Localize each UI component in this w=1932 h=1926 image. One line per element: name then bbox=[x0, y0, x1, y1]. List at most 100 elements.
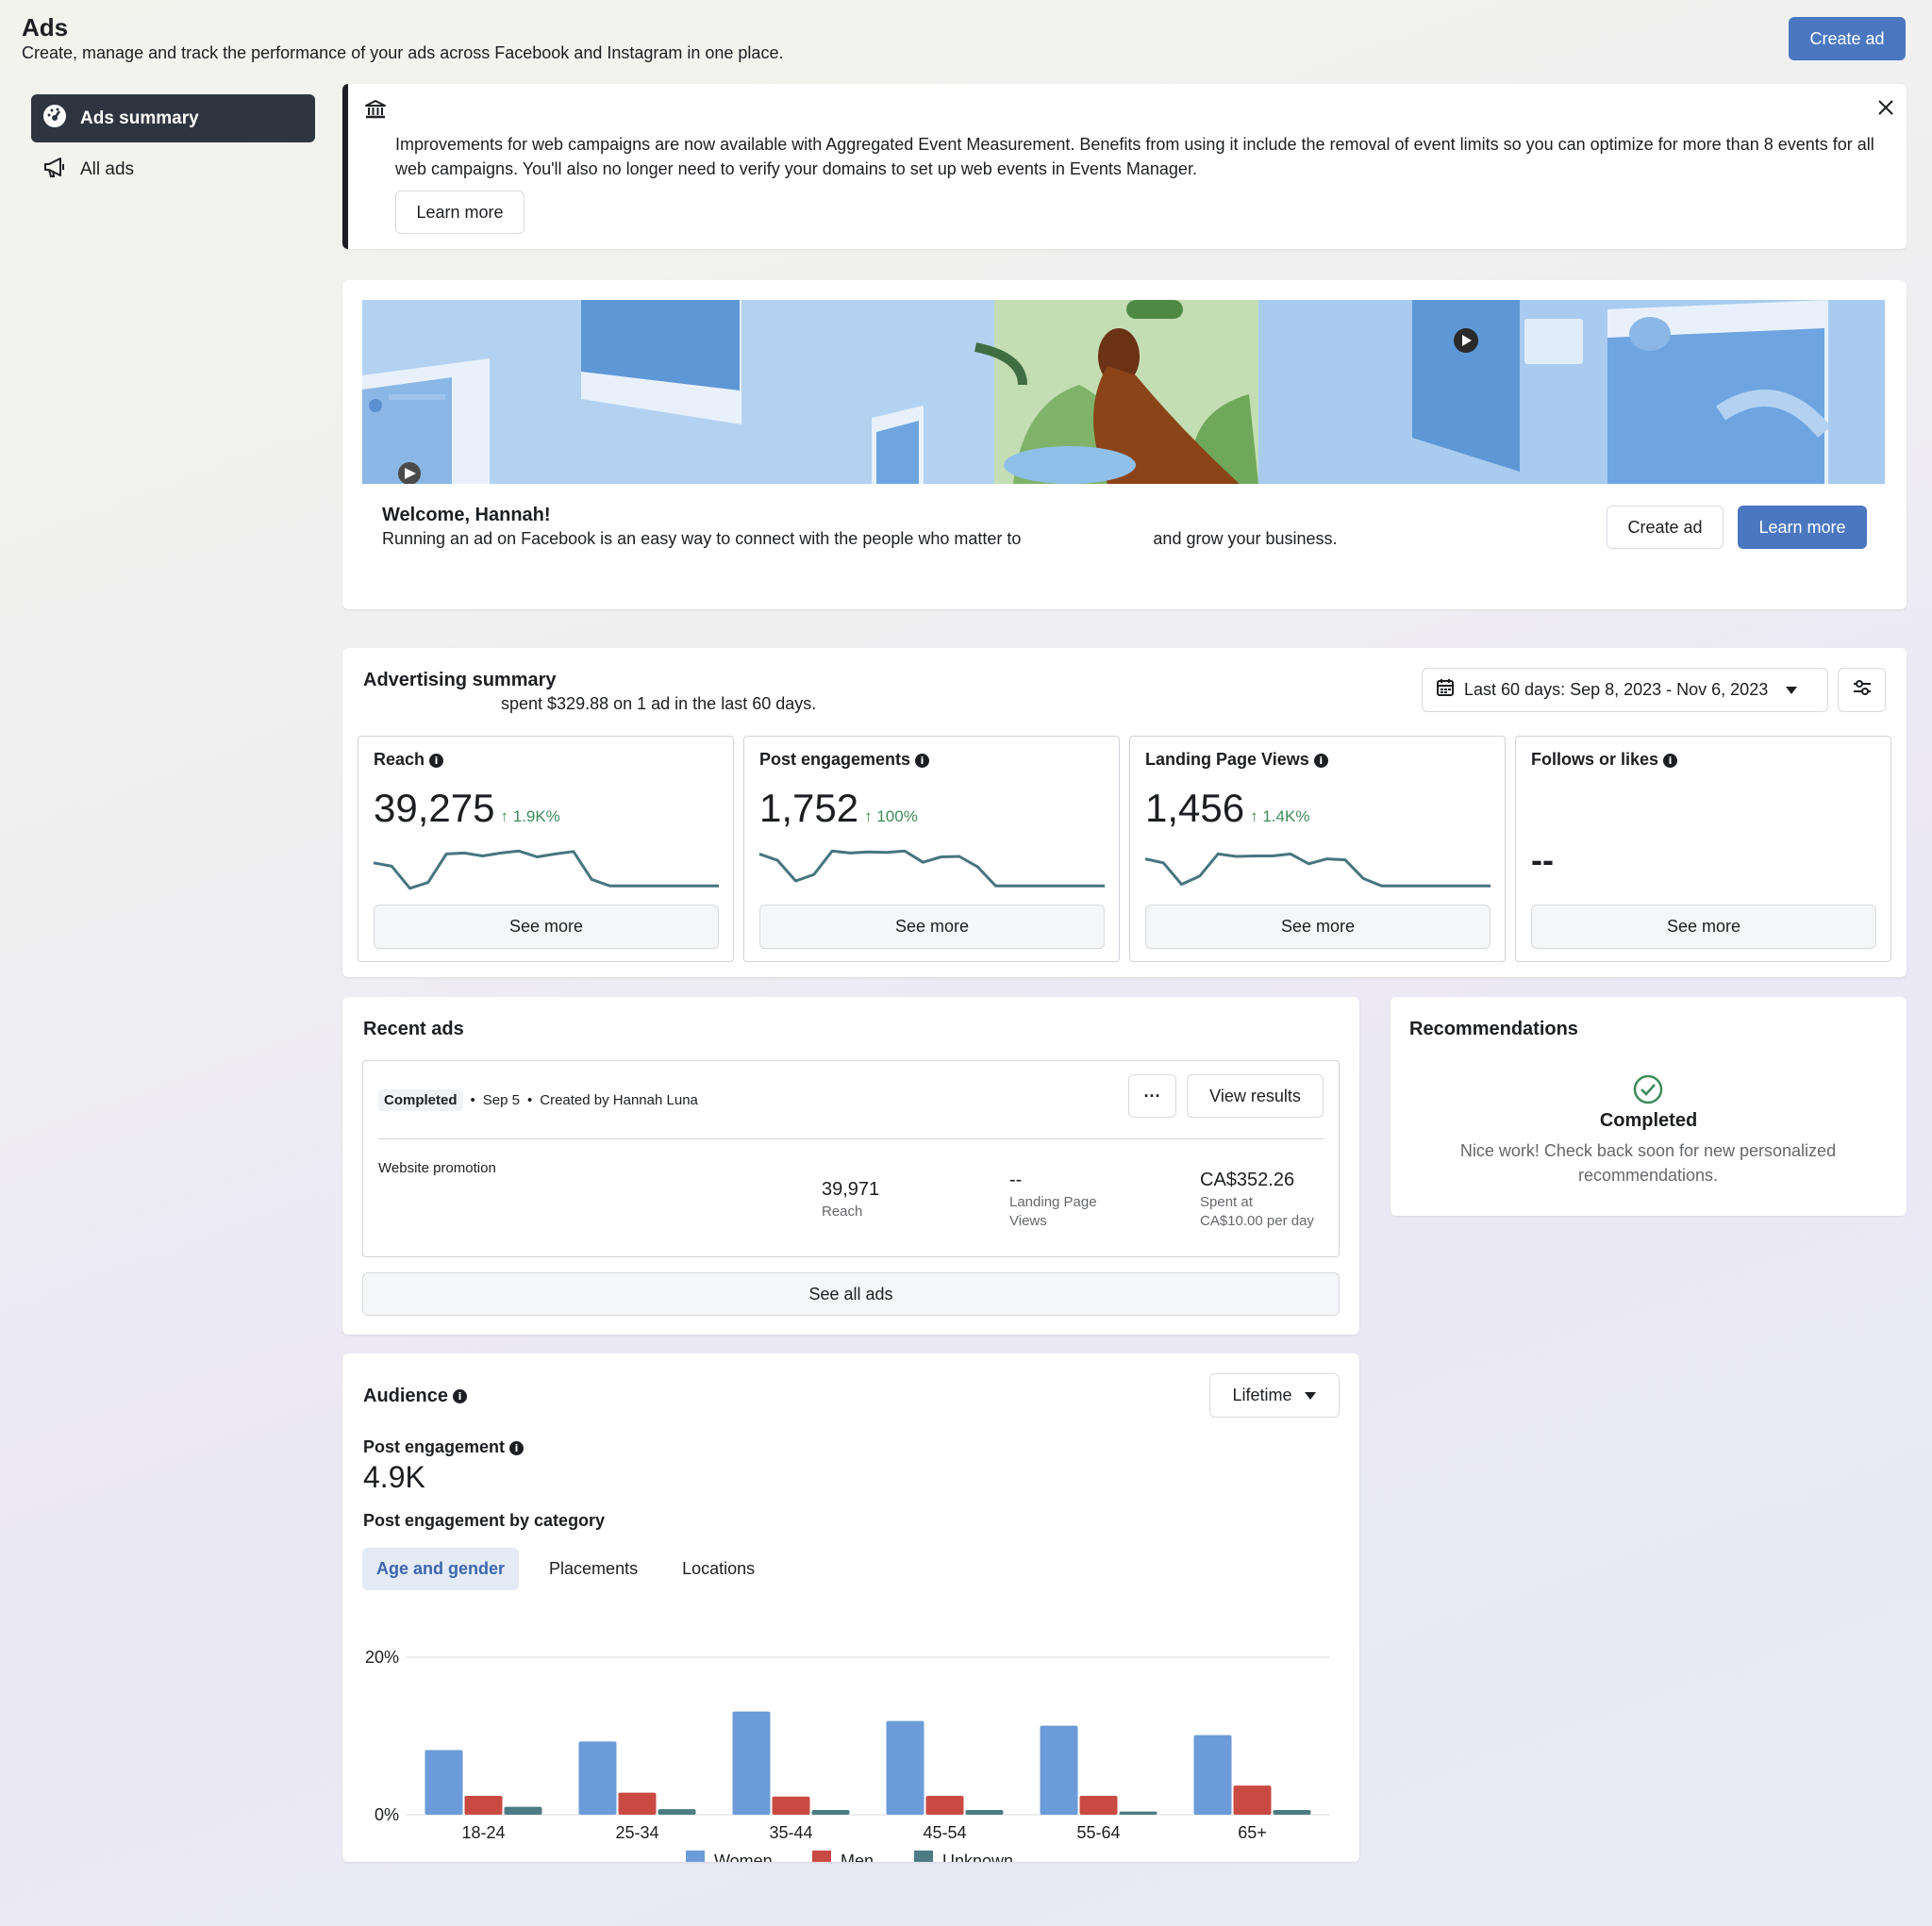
ad-lpv-label-line1: Landing Page bbox=[1009, 1194, 1097, 1210]
bar-unknown bbox=[1119, 1811, 1158, 1815]
info-icon[interactable]: i bbox=[429, 753, 444, 768]
legend-label-unknown: Unknown bbox=[942, 1851, 1013, 1862]
view-results-button[interactable]: View results bbox=[1187, 1074, 1324, 1118]
summary-subtitle: spent $329.88 on 1 ad in the last 60 day… bbox=[501, 694, 817, 713]
info-icon[interactable]: i bbox=[453, 1389, 468, 1404]
status-badge: Completed bbox=[378, 1089, 463, 1111]
sidebar-item-all-ads[interactable]: All ads bbox=[31, 145, 315, 193]
welcome-illustration bbox=[362, 300, 1885, 484]
x-tick-label: 45-54 bbox=[923, 1823, 966, 1842]
more-options-button[interactable]: ··· bbox=[1128, 1074, 1176, 1118]
info-icon[interactable]: i bbox=[915, 753, 930, 768]
sidebar-item-ads-summary[interactable]: Ads summary bbox=[31, 94, 315, 142]
lifetime-label: Lifetime bbox=[1232, 1386, 1292, 1404]
date-range-label: Last 60 days: Sep 8, 2023 - Nov 6, 2023 bbox=[1464, 680, 1769, 699]
metric-card-reach: Reach i 39,275 ↑ 1.9K% See more bbox=[358, 736, 734, 962]
metric-value: 1,752 bbox=[759, 786, 859, 830]
date-range-selector[interactable]: Last 60 days: Sep 8, 2023 - Nov 6, 2023 bbox=[1422, 668, 1828, 712]
page-title: Ads bbox=[22, 13, 69, 42]
arrow-up-icon: ↑ bbox=[500, 807, 508, 825]
info-icon[interactable]: i bbox=[1313, 753, 1328, 768]
welcome-text-end: and grow your business. bbox=[1153, 529, 1338, 548]
metric-value: 1,456 bbox=[1145, 786, 1245, 830]
tab-age-and-gender[interactable]: Age and gender bbox=[362, 1548, 520, 1590]
metric-title-text: Reach bbox=[374, 750, 425, 769]
divider bbox=[378, 1138, 1324, 1139]
welcome-card: Welcome, Hannah! Running an ad on Facebo… bbox=[342, 280, 1907, 609]
metric-title: Reach i bbox=[374, 750, 444, 770]
lifetime-dropdown[interactable]: Lifetime bbox=[1209, 1373, 1340, 1418]
x-tick-label: 65+ bbox=[1238, 1823, 1267, 1842]
page-subtitle: Create, manage and track the performance… bbox=[22, 43, 784, 62]
post-engagement-label: Post engagement bbox=[363, 1437, 506, 1456]
metric-card-follows-or-likes: Follows or likes i -- See more bbox=[1515, 736, 1891, 962]
sliders-icon bbox=[1852, 678, 1873, 702]
age-gender-chart: 20% 0% 18-24 25-34 35-44 45-54 55-64 65+ Women Me… bbox=[365, 1648, 1329, 1862]
bar-men bbox=[1233, 1785, 1272, 1815]
see-all-ads-button[interactable]: See all ads bbox=[362, 1272, 1340, 1316]
ad-spent-value: CA$352.26 bbox=[1200, 1170, 1295, 1190]
check-circle-icon bbox=[1633, 1074, 1663, 1109]
x-tick-label: 35-44 bbox=[769, 1823, 812, 1842]
megaphone-icon bbox=[42, 155, 67, 185]
y-tick-label: 0% bbox=[375, 1805, 399, 1824]
info-icon[interactable]: i bbox=[1663, 753, 1678, 768]
y-tick-label: 20% bbox=[365, 1648, 399, 1667]
welcome-title: Welcome, Hannah! bbox=[382, 505, 551, 525]
ad-spent-label-line1: Spent at bbox=[1200, 1194, 1253, 1210]
recent-ads-title: Recent ads bbox=[363, 1019, 464, 1039]
filter-settings-button[interactable] bbox=[1838, 668, 1886, 712]
bar-unknown bbox=[811, 1809, 850, 1815]
metric-value-wrap: 39,275 ↑ 1.9K% bbox=[374, 786, 560, 831]
welcome-text: Running an ad on Facebook is an easy way… bbox=[382, 529, 1338, 549]
recent-ads-card: Recent ads Completed • Sep 5 • Created b… bbox=[342, 997, 1359, 1335]
tab-placements[interactable]: Placements bbox=[535, 1548, 652, 1590]
info-icon[interactable]: i bbox=[509, 1440, 525, 1455]
ad-created-by: Created by Hannah Luna bbox=[540, 1092, 698, 1108]
bar-men bbox=[1079, 1795, 1118, 1815]
see-more-button[interactable]: See more bbox=[1145, 905, 1491, 949]
bar-men bbox=[925, 1795, 964, 1815]
metric-value-wrap: 1,752 ↑ 100% bbox=[759, 786, 918, 831]
tab-locations[interactable]: Locations bbox=[668, 1548, 769, 1590]
post-engagement-label-wrap: Post engagement i bbox=[363, 1437, 525, 1457]
notice-learn-more-button[interactable]: Learn more bbox=[395, 191, 525, 234]
see-more-button[interactable]: See more bbox=[1531, 905, 1876, 949]
sidebar-item-label: All ads bbox=[80, 158, 135, 179]
see-more-button[interactable]: See more bbox=[759, 905, 1105, 949]
arrow-up-icon: ↑ bbox=[1250, 807, 1258, 825]
ad-spent-label-line2: CA$10.00 per day bbox=[1200, 1213, 1314, 1229]
bar-unknown bbox=[965, 1809, 1004, 1815]
metric-delta: ↑ 1.9K% bbox=[500, 807, 559, 825]
x-tick-label: 18-24 bbox=[461, 1823, 505, 1842]
audience-card: Audience i Lifetime Post engagement i 4.9K… bbox=[342, 1353, 1359, 1862]
bar-women bbox=[732, 1711, 771, 1815]
close-icon[interactable] bbox=[1875, 97, 1896, 123]
welcome-create-ad-button[interactable]: Create ad bbox=[1607, 506, 1724, 549]
bar-men bbox=[618, 1792, 657, 1815]
metric-title: Follows or likes i bbox=[1531, 750, 1678, 770]
metric-card-landing-page-views: Landing Page Views i 1,456 ↑ 1.4K% See more bbox=[1129, 736, 1506, 962]
metric-value: -- bbox=[1531, 840, 1554, 879]
ad-lpv-label: Landing Page Views bbox=[1009, 1193, 1097, 1231]
welcome-learn-more-button[interactable]: Learn more bbox=[1738, 506, 1867, 549]
speedometer-icon bbox=[42, 104, 67, 134]
metric-title-text: Follows or likes bbox=[1531, 750, 1659, 769]
post-engagement-value: 4.9K bbox=[363, 1460, 425, 1494]
bar-unknown bbox=[658, 1809, 696, 1815]
sparkline bbox=[758, 849, 1105, 888]
recent-ad-item[interactable]: Completed • Sep 5 • Created by Hannah Lu… bbox=[362, 1060, 1340, 1257]
metric-title-text: Landing Page Views bbox=[1145, 750, 1309, 769]
welcome-text-start: Running an ad on Facebook is an easy way… bbox=[382, 529, 1022, 548]
create-ad-button[interactable]: Create ad bbox=[1789, 17, 1906, 60]
legend-swatch-men bbox=[812, 1851, 831, 1862]
bar-men bbox=[772, 1796, 810, 1815]
summary-title: Advertising summary bbox=[363, 670, 557, 690]
notice-banner: Improvements for web campaigns are now a… bbox=[342, 84, 1907, 249]
ad-lpv-label-line2: Views bbox=[1009, 1213, 1047, 1229]
bank-icon bbox=[364, 99, 387, 125]
bar-men bbox=[464, 1795, 503, 1815]
bar-unknown bbox=[504, 1806, 542, 1815]
sparkline bbox=[373, 849, 719, 890]
see-more-button[interactable]: See more bbox=[374, 905, 719, 949]
